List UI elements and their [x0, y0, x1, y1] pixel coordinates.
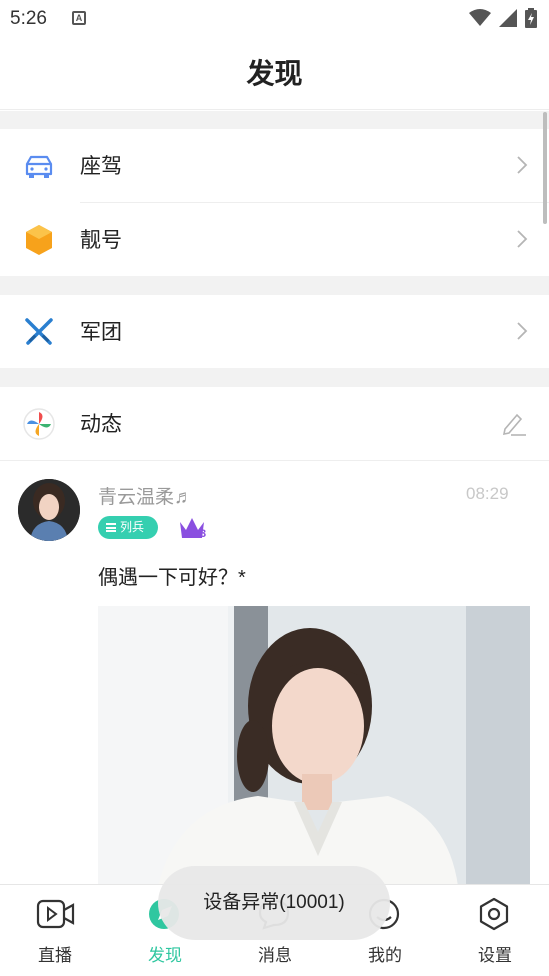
- notification-icon: A: [72, 11, 86, 25]
- page-title: 发现: [246, 58, 303, 89]
- status-icons: [469, 8, 537, 28]
- settings-icon: [479, 897, 509, 931]
- chevron-right-icon: [517, 156, 528, 174]
- crown-level: 3: [178, 516, 210, 542]
- menu-item-label: 座驾: [80, 155, 122, 178]
- battery-icon: [525, 8, 537, 28]
- signal-icon: [499, 9, 517, 27]
- pinwheel-icon: [23, 408, 55, 440]
- menu-item-label: 动态: [80, 413, 122, 436]
- list-icon: [106, 523, 116, 532]
- rank-badge-label: 列兵: [120, 520, 145, 534]
- menu-item-label: 靓号: [80, 229, 122, 252]
- post-text: 偶遇一下可好？*: [98, 567, 246, 589]
- status-bar: 5:26 A: [0, 0, 549, 38]
- hexagon-gem-icon: [26, 225, 52, 255]
- tab-live[interactable]: 直播: [0, 885, 110, 976]
- tab-label: 直播: [38, 946, 72, 965]
- scrollbar[interactable]: [543, 112, 547, 224]
- section-separator: [0, 111, 549, 129]
- menu-item-moments: 动态: [0, 387, 549, 459]
- chevron-right-icon: [517, 322, 528, 340]
- menu-item-legion[interactable]: 军团: [0, 295, 549, 367]
- avatar[interactable]: [18, 479, 80, 541]
- post-username[interactable]: 青云温柔♬: [98, 482, 193, 509]
- car-icon: [25, 155, 53, 178]
- tab-label: 设置: [478, 946, 512, 965]
- edit-pencil-icon[interactable]: [499, 411, 527, 437]
- menu-item-car[interactable]: 座驾: [0, 129, 549, 201]
- section-separator: [0, 276, 549, 295]
- tab-label: 发现: [148, 946, 182, 965]
- post-time: 08:29: [466, 484, 509, 503]
- wifi-icon: [469, 9, 491, 26]
- crossed-swords-icon: [25, 318, 53, 345]
- status-time: 5:26: [10, 8, 47, 29]
- tab-settings[interactable]: 设置: [440, 885, 549, 976]
- tab-label: 我的: [368, 946, 402, 965]
- video-icon: [36, 899, 75, 929]
- divider: [0, 460, 549, 461]
- chevron-right-icon: [517, 230, 528, 248]
- section-separator: [0, 368, 549, 387]
- menu-item-label: 军团: [80, 321, 122, 344]
- crown-level-number: 3: [200, 528, 207, 540]
- post-image[interactable]: [98, 606, 530, 886]
- tab-label: 消息: [258, 946, 292, 965]
- page-header: 发现: [0, 38, 549, 110]
- rank-badge: 列兵: [98, 516, 158, 539]
- menu-item-number[interactable]: 靓号: [0, 203, 549, 275]
- toast-message: 设备异常(10001): [158, 866, 390, 940]
